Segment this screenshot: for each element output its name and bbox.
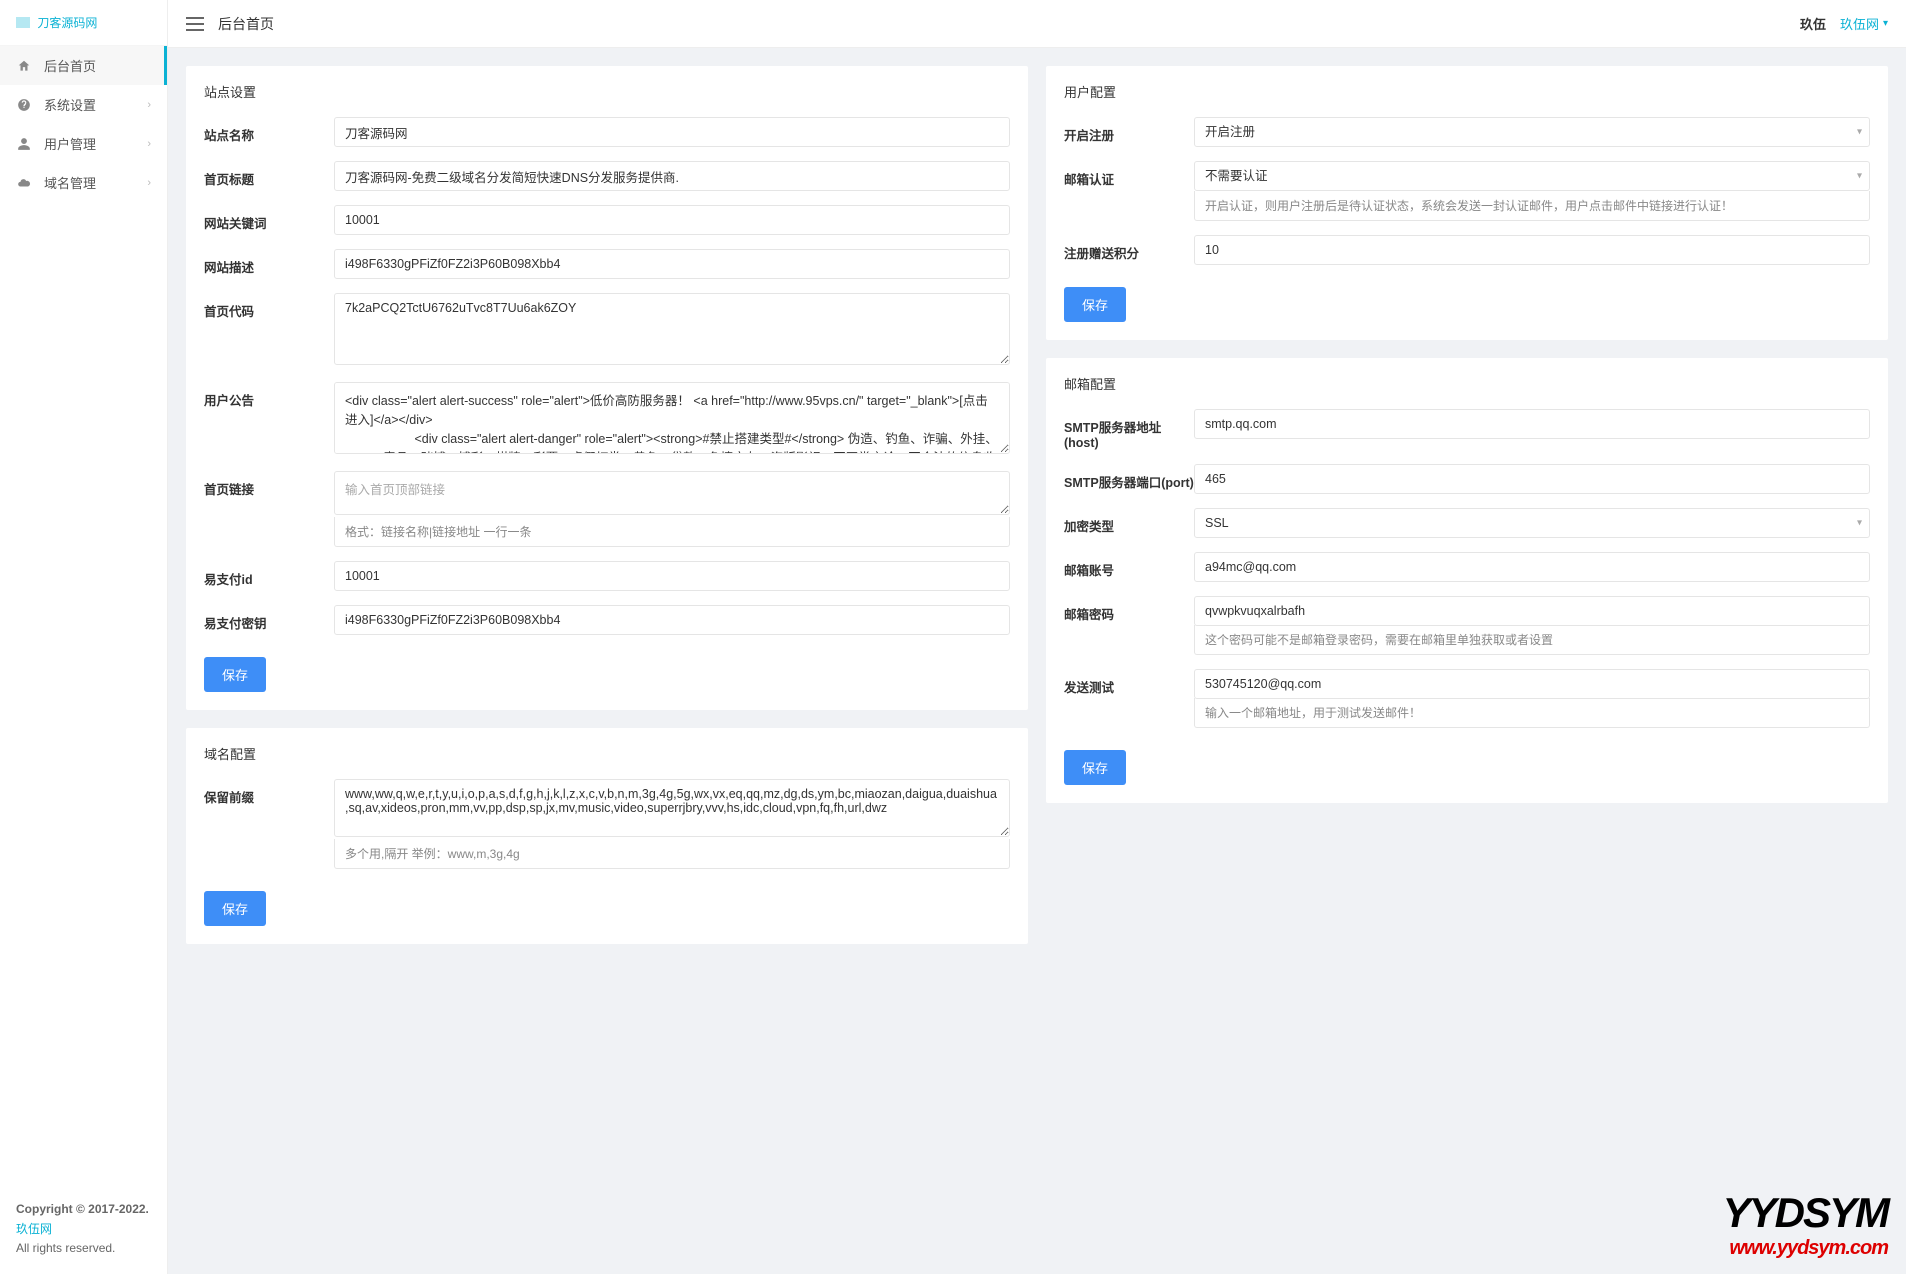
topbar: 后台首页 玖伍 玖伍网 ▾ <box>168 0 1906 48</box>
help-test-send: 输入一个邮箱地址，用于测试发送邮件！ <box>1194 698 1870 728</box>
sidebar-item-label: 后台首页 <box>44 56 96 75</box>
label-description: 网站描述 <box>204 249 334 276</box>
label-bonus-points: 注册赠送积分 <box>1064 235 1194 262</box>
textarea-home-links[interactable] <box>334 471 1010 515</box>
label-home-code: 首页代码 <box>204 293 334 320</box>
label-encryption: 加密类型 <box>1064 508 1194 535</box>
copyright-prefix: Copyright © 2017-2022. <box>16 1202 149 1216</box>
label-site-name: 站点名称 <box>204 117 334 144</box>
save-mail-config-button[interactable]: 保存 <box>1064 750 1126 785</box>
label-smtp-host: SMTP服务器地址(host) <box>1064 409 1194 450</box>
input-smtp-host[interactable] <box>1194 409 1870 439</box>
input-bonus-points[interactable] <box>1194 235 1870 265</box>
label-mail-password: 邮箱密码 <box>1064 596 1194 623</box>
card-title: 域名配置 <box>186 728 1028 773</box>
sidebar-item-users[interactable]: 用户管理 › <box>0 124 167 163</box>
label-reserved-prefix: 保留前缀 <box>204 779 334 806</box>
user-icon <box>16 136 32 152</box>
label-mail-account: 邮箱账号 <box>1064 552 1194 579</box>
input-description[interactable] <box>334 249 1010 279</box>
label-smtp-port: SMTP服务器端口(port) <box>1064 464 1194 491</box>
help-email-verify: 开启认证，则用户注册后是待认证状态，系统会发送一封认证邮件，用户点击邮件中链接进… <box>1194 191 1870 221</box>
topbar-user-raw: 玖伍 <box>1800 14 1826 33</box>
save-user-config-button[interactable]: 保存 <box>1064 287 1126 322</box>
card-title: 用户配置 <box>1046 66 1888 111</box>
topbar-user-link[interactable]: 玖伍网 <box>1840 14 1879 33</box>
sidebar-item-domains[interactable]: 域名管理 › <box>0 163 167 202</box>
label-keywords: 网站关键词 <box>204 205 334 232</box>
save-site-settings-button[interactable]: 保存 <box>204 657 266 692</box>
card-mail-config: 邮箱配置 SMTP服务器地址(host) SMTP服务器端口(port) 加密类… <box>1046 358 1888 803</box>
label-announcement: 用户公告 <box>204 382 334 409</box>
label-epay-key: 易支付密钥 <box>204 605 334 632</box>
input-mail-account[interactable] <box>1194 552 1870 582</box>
menu-toggle-icon[interactable] <box>186 17 204 31</box>
sidebar-nav: 后台首页 系统设置 › 用户管理 › 域名管理 <box>0 46 167 1184</box>
textarea-home-code[interactable]: 7k2aPCQ2TctU6762uTvc8T7Uu6ak6ZOY <box>334 293 1010 365</box>
label-epay-id: 易支付id <box>204 561 334 588</box>
label-open-register: 开启注册 <box>1064 117 1194 144</box>
save-domain-config-button[interactable]: 保存 <box>204 891 266 926</box>
sidebar-item-system[interactable]: 系统设置 › <box>0 85 167 124</box>
sidebar-item-label: 用户管理 <box>44 134 96 153</box>
help-home-links: 格式：链接名称|链接地址 一行一条 <box>334 517 1010 547</box>
input-smtp-port[interactable] <box>1194 464 1870 494</box>
cloud-icon <box>16 175 32 191</box>
copyright-link[interactable]: 玖伍网 <box>16 1222 52 1236</box>
input-epay-id[interactable] <box>334 561 1010 591</box>
textarea-reserved-prefix[interactable]: www,ww,q,w,e,r,t,y,u,i,o,p,a,s,d,f,g,h,j… <box>334 779 1010 837</box>
sidebar-item-label: 系统设置 <box>44 95 96 114</box>
sidebar: 刀客源码网 后台首页 系统设置 › 用户管理 › <box>0 0 168 1274</box>
help-mail-password: 这个密码可能不是邮箱登录密码，需要在邮箱里单独获取或者设置 <box>1194 625 1870 655</box>
sidebar-item-label: 域名管理 <box>44 173 96 192</box>
home-icon <box>16 58 32 74</box>
input-epay-key[interactable] <box>334 605 1010 635</box>
card-user-config: 用户配置 开启注册 开启注册 邮箱认证 <box>1046 66 1888 340</box>
card-site-settings: 站点设置 站点名称 首页标题 网站关键词 <box>186 66 1028 710</box>
chevron-right-icon: › <box>147 138 151 150</box>
chevron-down-icon: ▾ <box>1883 18 1888 29</box>
select-open-register[interactable]: 开启注册 <box>1194 117 1870 147</box>
copyright: Copyright © 2017-2022. 玖伍网 All rights re… <box>0 1184 167 1274</box>
sidebar-item-home[interactable]: 后台首页 <box>0 46 167 85</box>
dashboard-icon <box>16 97 32 113</box>
input-keywords[interactable] <box>334 205 1010 235</box>
card-domain-config: 域名配置 保留前缀 www,ww,q,w,e,r,t,y,u,i,o,p,a,s… <box>186 728 1028 944</box>
chevron-right-icon: › <box>147 177 151 189</box>
select-email-verify[interactable]: 不需要认证 <box>1194 161 1870 191</box>
logo: 刀客源码网 <box>0 0 167 46</box>
help-reserved-prefix: 多个用,隔开 举例：www,m,3g,4g <box>334 839 1010 869</box>
chevron-right-icon: › <box>147 99 151 111</box>
select-encryption[interactable]: SSL <box>1194 508 1870 538</box>
input-test-send[interactable] <box>1194 669 1870 699</box>
input-mail-password[interactable] <box>1194 596 1870 626</box>
label-email-verify: 邮箱认证 <box>1064 161 1194 188</box>
card-title: 邮箱配置 <box>1046 358 1888 403</box>
label-home-links: 首页链接 <box>204 471 334 498</box>
textarea-announcement[interactable]: <div class="alert alert-success" role="a… <box>334 382 1010 454</box>
input-home-title[interactable] <box>334 161 1010 191</box>
logo-text: 刀客源码网 <box>37 16 97 30</box>
label-test-send: 发送测试 <box>1064 669 1194 696</box>
copyright-suffix: All rights reserved. <box>16 1241 115 1255</box>
label-home-title: 首页标题 <box>204 161 334 188</box>
card-title: 站点设置 <box>186 66 1028 111</box>
input-site-name[interactable] <box>334 117 1010 147</box>
page-title: 后台首页 <box>218 14 274 34</box>
